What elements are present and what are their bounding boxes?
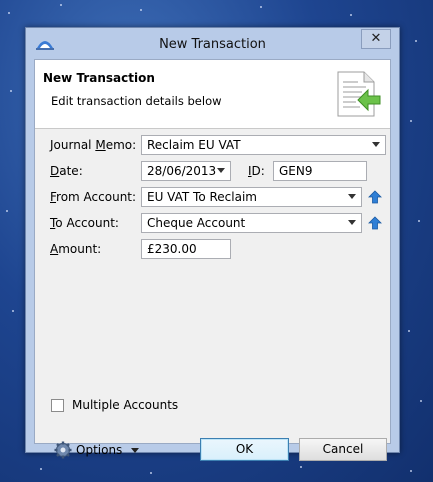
- dialog-body: New Transaction Edit transaction details…: [34, 59, 391, 461]
- star: [350, 14, 352, 16]
- to-account-combo[interactable]: Cheque Account: [141, 213, 362, 233]
- date-value: 28/06/2013: [147, 164, 217, 178]
- star: [12, 310, 14, 312]
- multiple-accounts-label[interactable]: Multiple Accounts: [72, 398, 178, 412]
- date-picker[interactable]: 28/06/2013: [141, 161, 231, 181]
- star: [140, 9, 142, 11]
- from-account-up-arrow-icon[interactable]: [368, 190, 382, 204]
- chevron-down-icon[interactable]: [372, 142, 380, 147]
- amount-label: Amount:: [50, 242, 102, 256]
- new-transaction-dialog: New Transaction ✕ New Transaction Edit t…: [25, 27, 400, 461]
- star: [8, 12, 10, 14]
- id-field[interactable]: GEN9: [273, 161, 367, 181]
- chevron-down-icon[interactable]: [348, 220, 356, 225]
- star: [300, 466, 302, 468]
- star: [150, 472, 152, 474]
- close-button[interactable]: ✕: [361, 29, 391, 49]
- star: [410, 120, 412, 122]
- star: [408, 330, 410, 332]
- journal-memo-combo[interactable]: Reclaim EU VAT: [141, 135, 386, 155]
- chevron-down-icon[interactable]: [348, 194, 356, 199]
- star: [40, 468, 42, 470]
- star: [60, 4, 62, 6]
- cancel-button[interactable]: Cancel: [299, 438, 387, 461]
- window-title: New Transaction: [159, 37, 266, 52]
- from-account-value: EU VAT To Reclaim: [147, 190, 257, 204]
- options-button[interactable]: Options: [76, 443, 122, 457]
- star: [415, 40, 417, 42]
- star: [420, 400, 422, 402]
- header-title: New Transaction: [43, 71, 155, 85]
- options-dropdown-arrow-icon[interactable]: [131, 448, 139, 453]
- title-bar[interactable]: New Transaction ✕: [26, 28, 399, 59]
- journal-memo-label: Journal Memo:: [50, 138, 137, 152]
- options-gear-icon[interactable]: [54, 441, 74, 461]
- to-account-value: Cheque Account: [147, 216, 246, 230]
- chevron-down-icon[interactable]: [217, 168, 225, 173]
- journal-memo-value: Reclaim EU VAT: [147, 138, 241, 152]
- transaction-document-icon: [337, 71, 381, 117]
- star: [418, 220, 420, 222]
- star: [260, 6, 262, 8]
- multiple-accounts-checkbox[interactable]: [51, 399, 64, 412]
- star: [6, 210, 8, 212]
- ok-button[interactable]: OK: [200, 438, 289, 461]
- to-account-label: To Account:: [50, 216, 119, 230]
- star: [10, 90, 12, 92]
- dialog-header: New Transaction Edit transaction details…: [35, 60, 390, 129]
- id-label: ID:: [248, 164, 265, 178]
- from-account-label: From Account:: [50, 190, 137, 204]
- from-account-combo[interactable]: EU VAT To Reclaim: [141, 187, 362, 207]
- date-label: Date:: [50, 164, 83, 178]
- amount-field[interactable]: £230.00: [141, 239, 231, 259]
- close-icon: ✕: [370, 31, 382, 46]
- to-account-up-arrow-icon[interactable]: [368, 216, 382, 230]
- header-subtitle: Edit transaction details below: [51, 94, 222, 108]
- star: [410, 470, 412, 472]
